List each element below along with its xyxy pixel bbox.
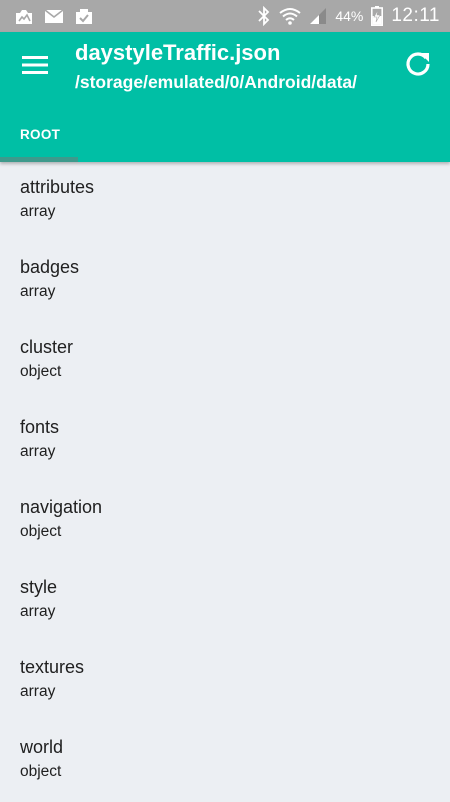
- item-type: array: [20, 443, 56, 460]
- notification-icons: [14, 7, 94, 25]
- title-block: daystyleTraffic.json /storage/emulated/0…: [75, 40, 395, 93]
- file-title: daystyleTraffic.json: [75, 40, 281, 65]
- app-bar: daystyleTraffic.json /storage/emulated/0…: [0, 32, 450, 162]
- system-status: 44% 12:11: [257, 5, 440, 27]
- signal-icon: [309, 7, 327, 25]
- refresh-icon: [404, 50, 432, 83]
- list-item-navigation[interactable]: navigation object: [0, 482, 450, 562]
- item-type: array: [20, 203, 56, 220]
- clipboard-check-icon: [74, 7, 94, 25]
- tab-root-label: ROOT: [20, 127, 61, 142]
- item-name: navigation: [20, 497, 103, 517]
- item-name: fonts: [20, 417, 60, 437]
- item-type: array: [20, 283, 56, 300]
- item-type: object: [20, 523, 62, 540]
- list-item-attributes[interactable]: attributes array: [0, 162, 450, 242]
- clock: 12:11: [391, 5, 440, 26]
- list-item-cluster[interactable]: cluster object: [0, 322, 450, 402]
- item-name: style: [20, 577, 58, 597]
- list-item-textures[interactable]: textures array: [0, 642, 450, 722]
- status-bar: 44% 12:11: [0, 0, 450, 32]
- tab-root[interactable]: ROOT: [0, 120, 78, 162]
- item-type: array: [20, 683, 56, 700]
- file-path: /storage/emulated/0/Android/data/: [75, 72, 357, 92]
- battery-charging-icon: [371, 6, 384, 26]
- item-type: object: [20, 763, 62, 780]
- list-item-badges[interactable]: badges array: [0, 242, 450, 322]
- item-name: badges: [20, 257, 80, 277]
- bluetooth-icon: [257, 6, 271, 26]
- list-item-fonts[interactable]: fonts array: [0, 402, 450, 482]
- item-name: attributes: [20, 177, 95, 197]
- json-key-list: attributes array badges array cluster ob…: [0, 162, 450, 802]
- item-name: textures: [20, 657, 85, 677]
- wifi-icon: [279, 7, 301, 25]
- list-item-style[interactable]: style array: [0, 562, 450, 642]
- photo-notification-icon: [14, 7, 34, 25]
- item-name: world: [20, 737, 64, 757]
- item-name: cluster: [20, 337, 74, 357]
- menu-button[interactable]: [18, 50, 52, 84]
- item-type: array: [20, 603, 56, 620]
- item-type: object: [20, 363, 62, 380]
- hamburger-menu-icon: [22, 55, 48, 80]
- mail-icon: [44, 8, 64, 24]
- list-item-world[interactable]: world object: [0, 722, 450, 802]
- refresh-button[interactable]: [402, 50, 434, 82]
- battery-percent: 44%: [335, 8, 364, 24]
